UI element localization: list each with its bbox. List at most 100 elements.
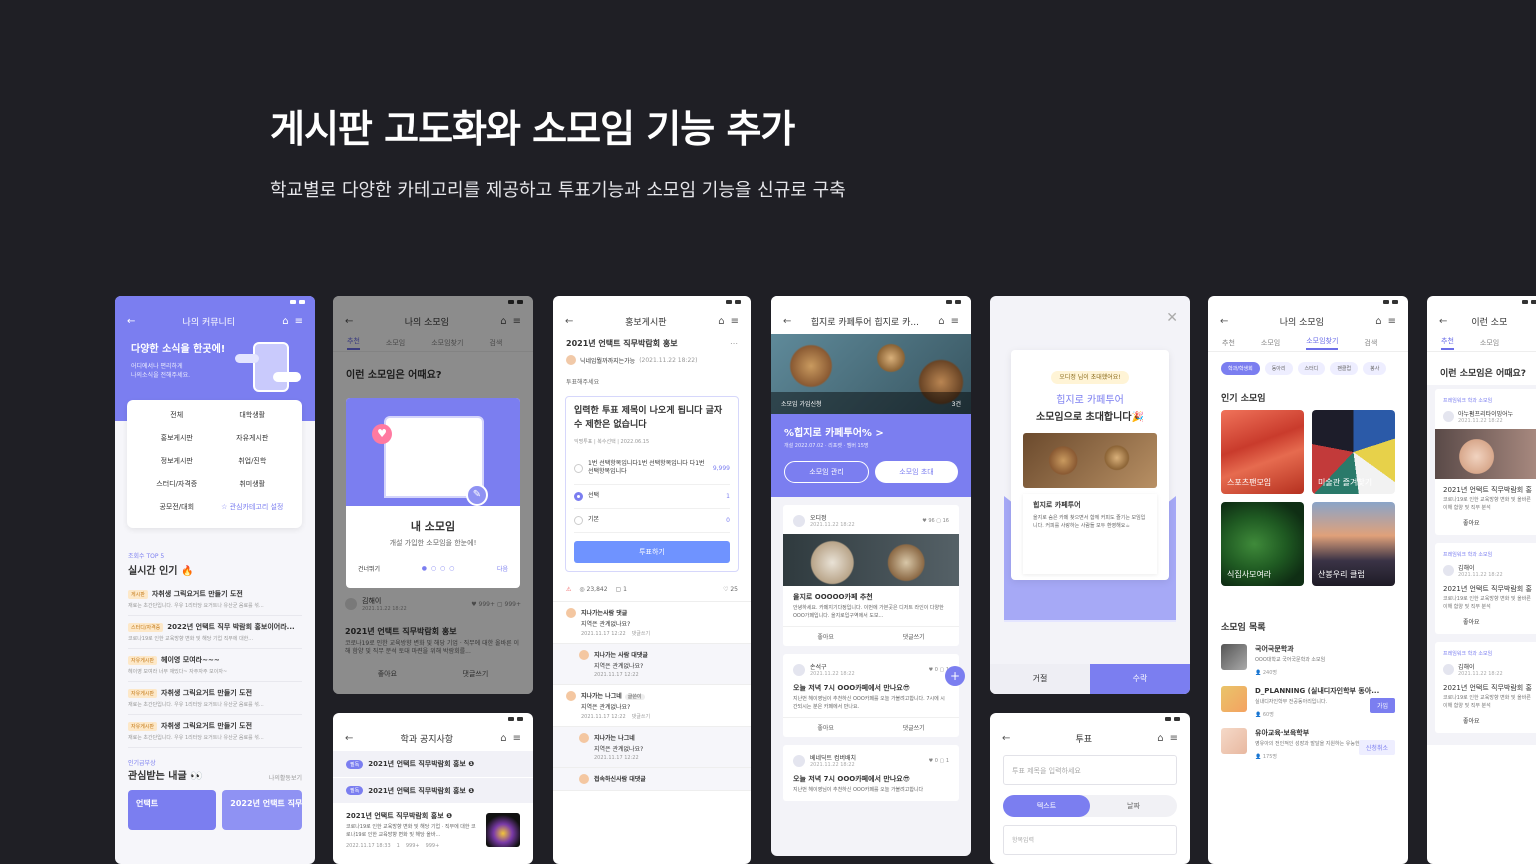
vote-option[interactable]: 선택 1 — [574, 485, 730, 509]
group-card[interactable]: 미술관 즐겨찾기 — [1312, 410, 1395, 494]
reply-button[interactable]: 댓글쓰기 — [632, 714, 650, 720]
category-setting-link[interactable]: ☆ 관심카테고리 설정 — [215, 502, 291, 512]
vote-option[interactable]: 기본 0 — [574, 509, 730, 533]
manage-group-button[interactable]: 소모임 관리 — [784, 461, 869, 483]
interest-card[interactable]: 2022년 언택트 직무박람회 홍 — [222, 790, 302, 830]
join-request-label[interactable]: 소모임 가입신청 — [781, 399, 822, 408]
like-button[interactable]: 좋아요 — [817, 632, 834, 641]
interest-card[interactable]: 언택트 — [128, 790, 217, 830]
skip-button[interactable]: 건너뛰기 — [358, 564, 380, 573]
invite-group-button[interactable]: 소모임 초대 — [875, 461, 958, 483]
like-button[interactable]: 좋아요 — [1443, 716, 1531, 725]
group-card[interactable]: 산봉우리 클럽 — [1312, 502, 1395, 586]
group-post-card[interactable]: 오디정 2021.11.22 18:22 ♥ 96 ▢ 16 을지로 OOOOO카페 … — [783, 505, 959, 646]
add-post-button[interactable]: + — [945, 666, 965, 686]
tab-find-group[interactable]: 소모임찾기 — [1306, 336, 1339, 350]
menu-icon[interactable]: ≡ — [951, 316, 959, 327]
home-icon[interactable]: ⌂ — [500, 733, 506, 744]
type-text-toggle[interactable]: 텍스트 — [1003, 795, 1090, 817]
group-card[interactable]: 식집사모여라 — [1221, 502, 1304, 586]
like-button[interactable]: 좋아요 — [1443, 617, 1531, 626]
tab-group[interactable]: 소모임 — [1261, 338, 1280, 348]
more-icon[interactable]: ⋯ — [730, 339, 738, 348]
chip-dept[interactable]: 학과/학생회 — [1221, 362, 1260, 375]
back-icon[interactable]: ← — [127, 316, 135, 327]
back-icon[interactable]: ← — [345, 733, 353, 744]
chip-volunteer[interactable]: 봉사 — [1363, 362, 1387, 375]
category-item[interactable]: 자유게시판 — [215, 433, 291, 443]
home-icon[interactable]: ⌂ — [1157, 733, 1163, 744]
recommend-card[interactable]: 프레임워크 학과 소모임 김해이 2021.11.22 18:22 2021년 언택트… — [1435, 543, 1536, 634]
group-list-item[interactable]: 국어국문학과 OOO대학교 국어국문학과 소모임 👤 240명 — [1208, 639, 1408, 681]
siren-icon[interactable]: ⚠ — [566, 586, 571, 593]
category-item[interactable]: 공모전/대회 — [139, 502, 215, 512]
vote-button[interactable]: 투표하기 — [574, 540, 730, 563]
close-icon[interactable]: ✕ — [1166, 310, 1178, 326]
category-item[interactable]: 스터디/자격증 — [139, 479, 215, 489]
tab-search[interactable]: 검색 — [1364, 338, 1377, 348]
post-item[interactable]: 스터디/자격증 2022년 언택트 직무 박람회 홍보이어라... 코로나19로 인… — [128, 616, 302, 649]
category-item[interactable]: 취미생활 — [215, 479, 291, 489]
back-icon[interactable]: ← — [565, 316, 573, 327]
menu-icon[interactable]: ≡ — [1388, 316, 1396, 327]
back-icon[interactable]: ← — [1439, 316, 1447, 327]
recommend-card[interactable]: 프레임워크 학과 소모임 김해이 2021.11.22 18:22 2021년 언택트… — [1435, 642, 1536, 733]
group-name[interactable]: %힙지로 카페투어% > — [784, 424, 958, 439]
group-list-item[interactable]: D_PLANNING (실내디자인학부 동아... 실내디자인학부 전공동아리입니… — [1208, 681, 1408, 723]
cancel-request-button[interactable]: 신청취소 — [1358, 740, 1395, 755]
category-item[interactable]: 전체 — [139, 410, 215, 420]
vote-item-input[interactable]: 항목입력 — [1003, 825, 1177, 855]
radio-icon[interactable] — [574, 515, 583, 525]
vote-option[interactable]: 1번 선택항목입니다1번 선택항목입니다 다1번 선택항목입니다 9,999 — [574, 453, 730, 485]
notice-row[interactable]: 필독 2021년 언택트 직무박람회 홍보 ❶ — [333, 751, 533, 777]
category-item[interactable]: 취업/진학 — [215, 456, 291, 466]
tab-recommend[interactable]: 추천 — [1441, 336, 1454, 350]
type-date-toggle[interactable]: 날짜 — [1090, 795, 1177, 817]
post-item[interactable]: 자유게시판 자취생 그릭요거트 만들기 도전 재료는 초간단입니다. 우유 1리터당… — [128, 682, 302, 715]
recommend-card[interactable]: 프레임워크 학과 소모임 아누펌프리타이밍어누 2021.11.22 18:22 20… — [1435, 389, 1536, 535]
category-item[interactable]: 홍보게시판 — [139, 433, 215, 443]
join-request-count[interactable]: 3건 — [952, 399, 961, 408]
back-icon[interactable]: ← — [1002, 733, 1010, 744]
accept-button[interactable]: 수락 — [1090, 664, 1190, 694]
category-item[interactable]: 대학생활 — [215, 410, 291, 420]
group-card[interactable]: 스포츠팬모임 — [1221, 410, 1304, 494]
chip-study[interactable]: 스터디 — [1297, 362, 1326, 375]
like-count[interactable]: ♡ 25 — [723, 586, 738, 593]
menu-icon[interactable]: ≡ — [731, 316, 739, 327]
tab-recommend[interactable]: 추천 — [1222, 338, 1235, 348]
join-button[interactable]: 가입 — [1369, 698, 1395, 713]
post-item[interactable]: 자유게시판 자취생 그릭요거트 만들기 도전 재료는 초간단입니다. 우유 1리터당… — [128, 715, 302, 748]
category-item[interactable]: 정보게시판 — [139, 456, 215, 466]
post-image — [1435, 429, 1536, 479]
post-item[interactable]: 게시판 자취생 그릭요거트 만들기 도전 재료는 초간단입니다. 우유 1리터당 요… — [128, 583, 302, 616]
group-post-card[interactable]: 손석구2021.11.22 18:22♥ 0 ▢ 1오늘 저녁 7시 OOO카페… — [783, 654, 959, 737]
back-icon[interactable]: ← — [783, 316, 791, 327]
notice-row[interactable]: 필독 2021년 언택트 직무박람회 홍보 ❶ — [333, 777, 533, 803]
home-icon[interactable]: ⌂ — [1375, 316, 1381, 327]
home-icon[interactable]: ⌂ — [938, 316, 944, 327]
reply-button[interactable]: 댓글쓰기 — [632, 631, 650, 637]
vote-title-input[interactable]: 투표 제목을 입력하세요 — [1003, 755, 1177, 785]
back-icon[interactable]: ← — [1220, 316, 1228, 327]
tab-group[interactable]: 소모임 — [1480, 338, 1499, 348]
reject-button[interactable]: 거절 — [990, 664, 1090, 694]
menu-icon[interactable]: ≡ — [295, 316, 303, 327]
home-icon[interactable]: ⌂ — [718, 316, 724, 327]
next-button[interactable]: 다음 — [497, 564, 508, 573]
comment-button[interactable]: 댓글쓰기 — [903, 632, 925, 641]
home-icon[interactable]: ⌂ — [282, 316, 288, 327]
menu-icon[interactable]: ≡ — [1170, 733, 1178, 744]
group-post-card[interactable]: 베네딕트 컴버배치 2021.11.22 18:22 ♥ 0 ▢ 1 오늘 저녁 7시… — [783, 745, 959, 801]
comment-button[interactable]: 댓글쓰기 — [903, 723, 925, 732]
like-button[interactable]: 좋아요 — [1443, 518, 1531, 527]
radio-icon[interactable] — [574, 491, 583, 501]
like-button[interactable]: 좋아요 — [817, 723, 834, 732]
radio-icon[interactable] — [574, 463, 583, 473]
post-item[interactable]: 자유게시판 헤이영 모여라~~~ 헤이영 모여라 너무 재밌다~ 자주자주 모이자~ — [128, 649, 302, 682]
my-activity-link[interactable]: 나의활동보기 — [269, 773, 302, 782]
chip-club[interactable]: 동아리 — [1264, 362, 1293, 375]
group-list-item[interactable]: 유아교육·보육학부 영유아의 전인적인 성장과 발달을 지원하는 유능한... 👤 … — [1208, 723, 1408, 765]
menu-icon[interactable]: ≡ — [513, 733, 521, 744]
chip-fanclub[interactable]: 팬클럽 — [1330, 362, 1359, 375]
